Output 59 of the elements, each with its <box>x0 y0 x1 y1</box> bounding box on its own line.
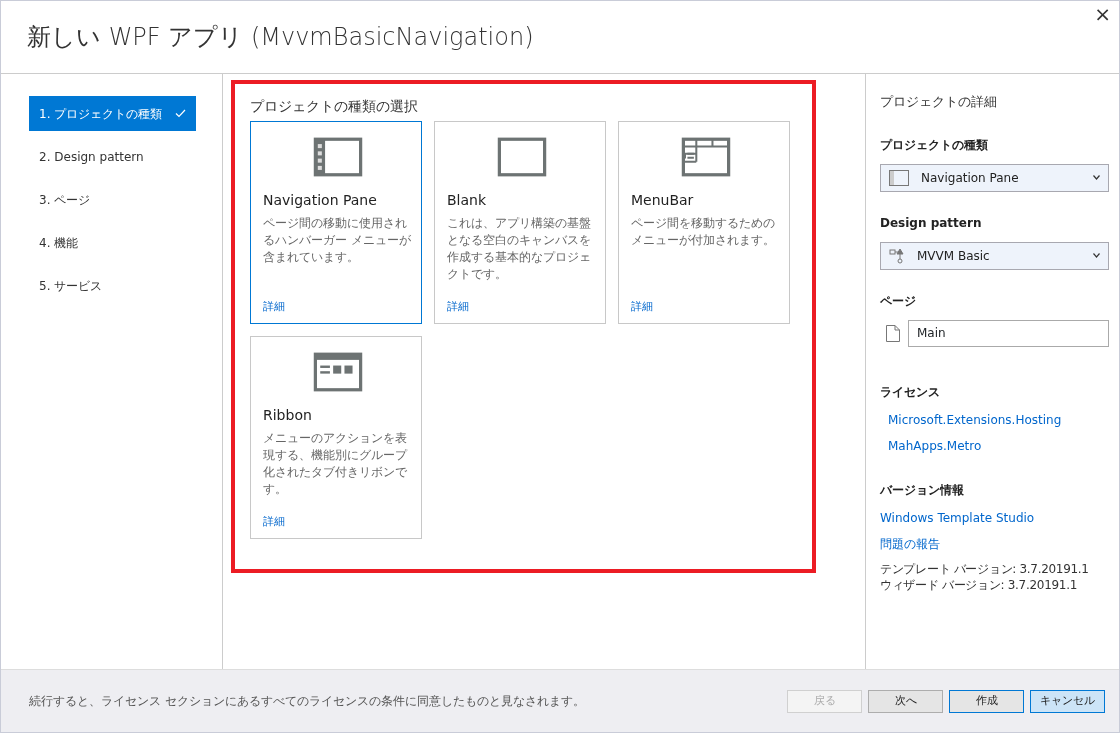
card-description: ページ間を移動するためのメニューが付加されます。 <box>631 215 776 249</box>
project-type-card[interactable]: Blank これは、アプリ構築の基盤となる空白のキャンバスを作成する基本的なプロジェクトです。 詳細 <box>434 121 606 324</box>
wizard-step[interactable]: 4. 機能 <box>29 225 196 260</box>
details-link[interactable]: 詳細 <box>263 513 285 530</box>
version-text: ウィザード バージョン: 3.7.20191.1 <box>880 576 1078 593</box>
license-link[interactable]: Microsoft.Extensions.Hosting <box>888 410 1062 429</box>
step-label: 2. Design pattern <box>39 148 144 166</box>
navigation-pane-icon <box>312 136 364 178</box>
dialog-button[interactable]: 作成 <box>949 689 1024 713</box>
step-label: 4. 機能 <box>39 234 79 252</box>
info-link[interactable]: Windows Template Studio <box>880 508 1035 527</box>
details-link[interactable]: 詳細 <box>447 298 469 315</box>
card-title: Blank <box>447 191 488 210</box>
card-description: ページ間の移動に使用されるハンバーガー メニューが含まれています。 <box>263 215 412 266</box>
wizard-step[interactable]: 3. ページ <box>29 182 196 217</box>
project-type-card[interactable]: Navigation Pane ページ間の移動に使用されるハンバーガー メニューが含まれています。 詳細 <box>250 121 422 324</box>
details-link[interactable]: 詳細 <box>263 298 285 315</box>
step-label: 1. プロジェクトの種類 <box>39 105 163 123</box>
wizard-step[interactable]: 1. プロジェクトの種類 <box>29 96 196 131</box>
card-title: Ribbon <box>263 406 313 425</box>
panel-heading: プロジェクトの詳細 <box>880 93 998 111</box>
version-text: テンプレート バージョン: 3.7.20191.1 <box>880 560 1090 577</box>
dropdown[interactable]: Navigation Pane <box>880 163 1109 192</box>
pattern-diagram-icon <box>889 247 905 264</box>
project-type-card[interactable]: Ribbon メニューのアクションを表現する、機能別にグループ化されたタブ付きリボンです。 詳細 <box>250 336 422 539</box>
section-label: バージョン情報 <box>880 481 965 499</box>
step-label: 3. ページ <box>39 191 91 209</box>
card-title: Navigation Pane <box>263 191 378 210</box>
close-button[interactable]: × <box>1086 1 1119 27</box>
dropdown[interactable]: MVVM Basic <box>880 241 1109 270</box>
step-label: 5. サービス <box>39 277 103 295</box>
page-icon <box>886 324 900 342</box>
details-link[interactable]: 詳細 <box>631 298 653 315</box>
license-link[interactable]: MahApps.Metro <box>888 436 982 455</box>
field-label: Design pattern <box>880 214 983 232</box>
blank-page-icon <box>496 136 548 178</box>
ribbon-icon <box>312 351 364 393</box>
wizard-step[interactable]: 5. サービス <box>29 268 196 303</box>
wizard-step[interactable]: 2. Design pattern <box>29 139 196 174</box>
dropdown-value: Navigation Pane <box>921 169 1020 187</box>
card-description: メニューのアクションを表現する、機能別にグループ化されたタブ付きリボンです。 <box>263 430 409 498</box>
dialog-button[interactable]: 次へ <box>868 689 943 713</box>
chevron-down-icon <box>1093 175 1100 180</box>
chevron-down-icon <box>1093 253 1100 258</box>
field-label: ページ <box>880 292 917 310</box>
info-link[interactable]: 問題の報告 <box>880 534 940 553</box>
section-heading: プロジェクトの種類の選択 <box>250 97 419 116</box>
card-title: MenuBar <box>631 191 695 210</box>
field-label: プロジェクトの種類 <box>880 136 989 154</box>
project-type-card[interactable]: MenuBar ページ間を移動するためのメニューが付加されます。 詳細 <box>618 121 790 324</box>
license-notice: 続行すると、ライセンス セクションにあるすべてのライセンスの条件に同意したものと見なされます。 <box>29 693 585 710</box>
page-name-field[interactable]: Main <box>908 319 1109 347</box>
card-description: これは、アプリ構築の基盤となる空白のキャンバスを作成する基本的なプロジェクトです。 <box>447 215 592 283</box>
dropdown-value: MVVM Basic <box>917 247 991 265</box>
dialog-button[interactable]: キャンセル <box>1030 689 1105 713</box>
section-label: ライセンス <box>880 383 941 401</box>
navigation-pane-icon <box>889 169 909 186</box>
window-title: 新しい WPF アプリ (MvvmBasicNavigation) <box>27 22 534 52</box>
menu-bar-icon <box>680 136 732 178</box>
